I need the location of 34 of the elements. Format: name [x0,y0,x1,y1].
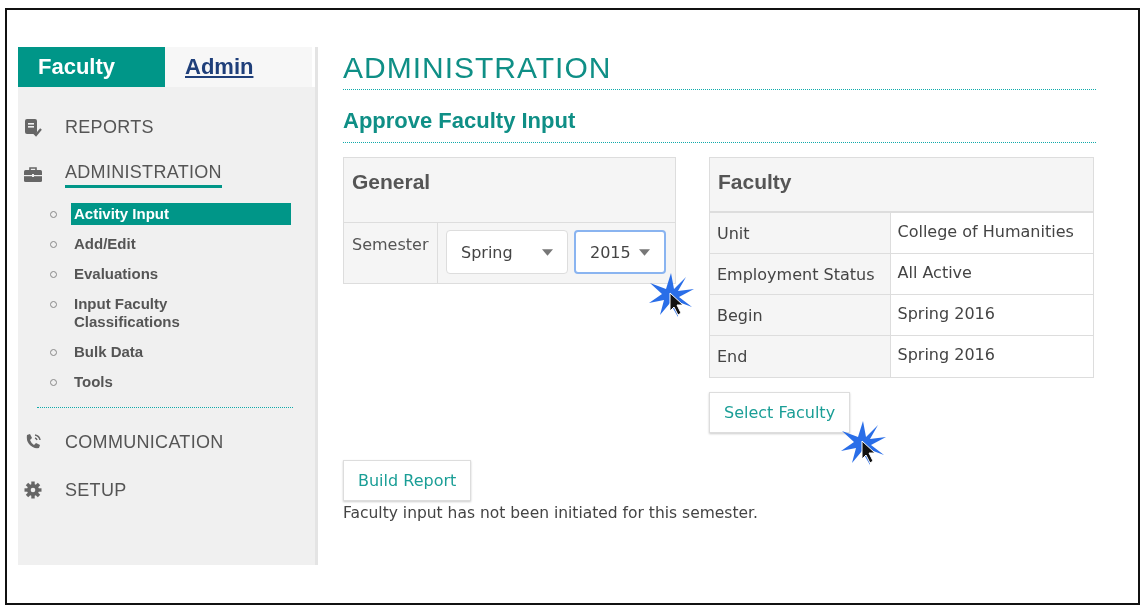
submenu-item[interactable]: Activity Input [71,203,291,225]
nav-item[interactable]: SETUP [65,479,127,501]
submenu-item[interactable]: Input Faculty Classifications [71,293,227,333]
table-cell: All Active [890,253,1093,295]
table-cell: Unit [710,212,890,254]
dropdown[interactable]: 2015 [574,230,666,274]
table-cell: Begin [710,294,890,336]
build-report-button[interactable]: Build Report [343,460,472,501]
nav-item[interactable]: REPORTS [65,116,154,138]
dropdown[interactable]: Spring [446,230,568,274]
briefcase-icon [23,165,43,185]
nav-item[interactable]: ADMINISTRATION [65,162,222,188]
table-cell: Spring 2016 [890,335,1093,377]
panel-title: General [344,158,675,223]
table-cell: Employment Status [710,253,890,295]
status-message: Faculty input has not been initiated for this semester. [343,503,758,524]
field-label: Semester [344,223,438,283]
table-cell: Spring 2016 [890,294,1093,336]
settings-icon [23,480,43,500]
table-cell: End [710,335,890,377]
page-heading: ADMINISTRATION [343,47,1096,90]
select-faculty-button[interactable]: Select Faculty [709,391,851,433]
section-heading: Approve Faculty Input [343,90,1096,143]
submenu-item[interactable]: Bulk Data [71,341,227,363]
caret-icon [542,248,553,256]
submenu-item[interactable]: Add/Edit [71,233,227,255]
report-icon [23,117,43,137]
nav-item[interactable]: COMMUNICATION [65,431,224,453]
table-cell: College of Humanities [890,212,1093,254]
submenu-item[interactable]: Evaluations [71,263,227,285]
tab[interactable]: Faculty [18,47,165,87]
tab[interactable]: Admin [165,47,312,87]
caret-icon [639,248,650,256]
submenu-item[interactable]: Tools [71,371,227,393]
